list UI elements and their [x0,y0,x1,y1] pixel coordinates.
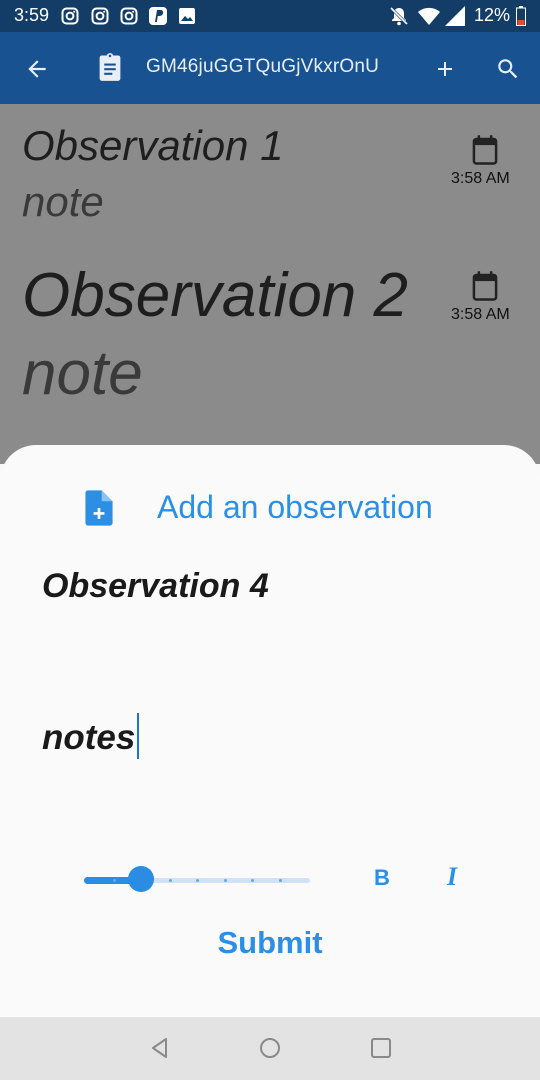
status-time: 3:59 [14,5,50,25]
list-item[interactable]: Observation 1 note 3:58 AM [0,104,540,234]
note-add-icon [85,490,113,526]
instagram-icon [61,7,79,25]
observation-list: Observation 1 note 3:58 AM Observation 2… [0,104,540,464]
calendar-icon [472,271,498,301]
instagram-icon [120,7,138,25]
search-icon[interactable] [495,56,521,82]
nav-home-icon[interactable] [259,1037,281,1059]
calendar-icon [472,135,498,165]
slider-thumb[interactable] [127,866,154,892]
italic-button[interactable]: I [447,862,457,892]
add-icon[interactable] [433,57,457,81]
clipboard-icon [99,53,121,81]
system-nav-bar [0,1017,540,1080]
text-cursor [137,713,139,759]
notes-input[interactable]: notes [42,718,135,758]
paypal-icon [149,7,167,25]
slider-tick [251,879,254,882]
slider-tick [279,879,282,882]
sheet-header: Add an observation [157,489,433,525]
font-size-slider[interactable] [84,865,310,895]
nav-recents-icon[interactable] [370,1037,392,1059]
app-bar: GM46juGGTQuGjVkxrOnU [0,32,540,104]
signal-icon [445,6,465,26]
battery-percent: 12% [473,5,510,25]
observation-title: Observation 2 [22,261,408,330]
notifications-off-icon [389,6,409,26]
nav-back-icon[interactable] [149,1037,171,1059]
image-icon [179,8,195,24]
instagram-icon [91,7,109,25]
app-title: GM46juGGTQuGjVkxrOnU [146,56,380,77]
slider-tick [196,879,199,882]
submit-button[interactable]: Submit [0,925,540,961]
observation-input[interactable]: Observation 4 [42,567,269,606]
observation-time: 3:58 AM [451,170,510,187]
observation-note: note [22,178,104,225]
bold-button[interactable]: B [374,865,390,891]
slider-tick [224,879,227,882]
wifi-icon [418,7,440,25]
observation-title: Observation 1 [22,122,284,169]
status-bar: 3:59 12% [0,0,540,32]
slider-tick [169,879,172,882]
observation-time: 3:58 AM [451,306,510,323]
observation-note: note [22,339,143,408]
slider-tick [113,879,116,882]
back-arrow-icon[interactable] [24,56,50,82]
list-item[interactable]: Observation 2 note 3:58 AM [0,244,540,424]
battery-icon [516,6,526,26]
add-observation-sheet: Add an observation Observation 4 notes B… [0,445,540,1017]
